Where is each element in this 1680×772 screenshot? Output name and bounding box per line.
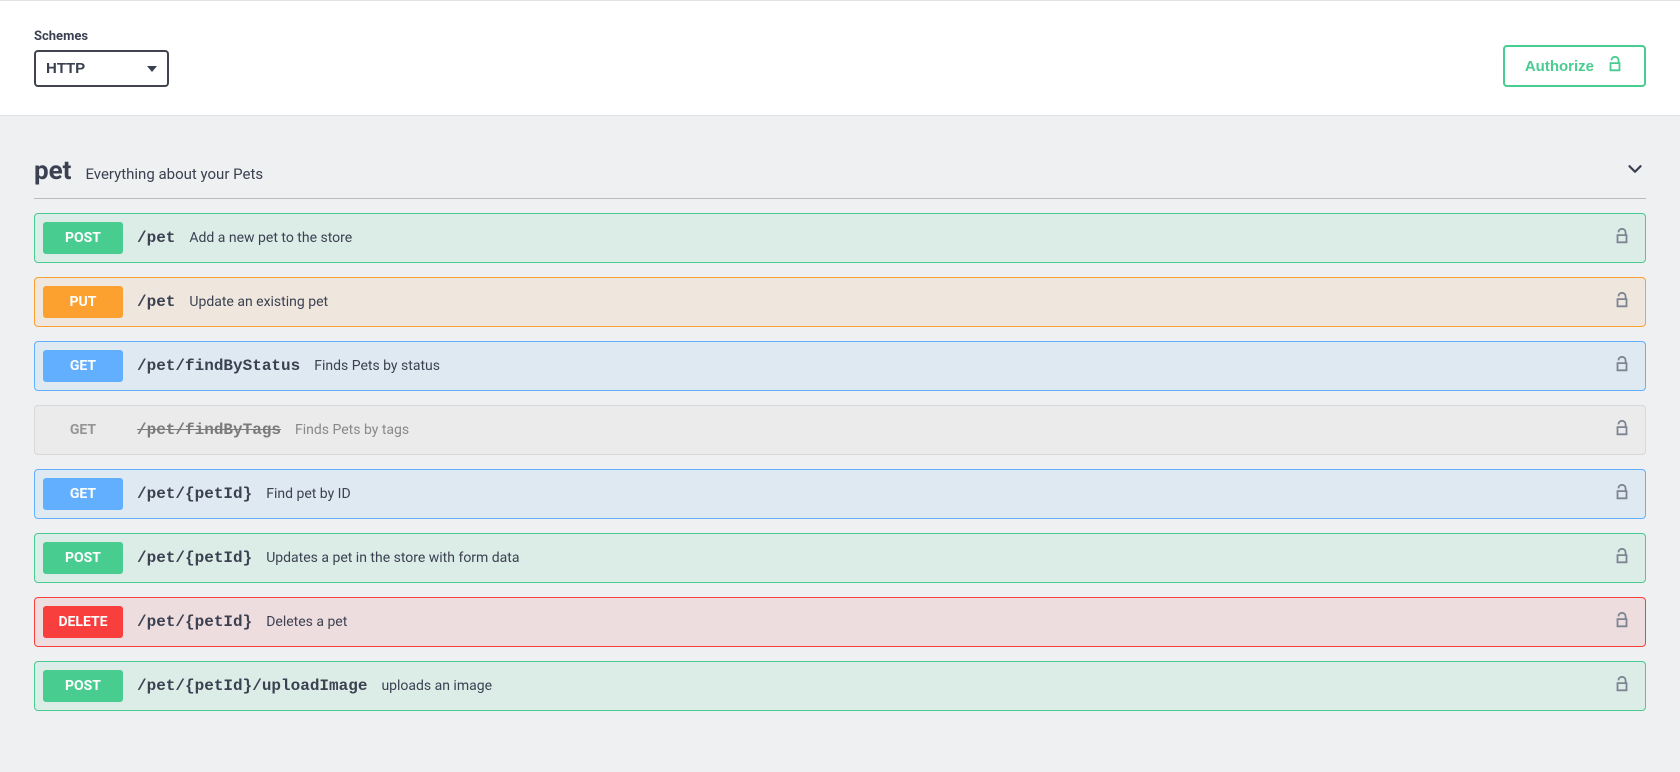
operation-row[interactable]: PUT /pet Update an existing pet [34, 277, 1646, 327]
operation-summary: Finds Pets by tags [295, 422, 409, 438]
lock-icon [1613, 675, 1631, 697]
operation-summary: Finds Pets by status [314, 358, 440, 374]
operation-path: /pet [137, 293, 175, 311]
method-badge: POST [43, 542, 123, 574]
tag-description: Everything about your Pets [85, 165, 263, 183]
operation-summary: Deletes a pet [266, 614, 347, 630]
operation-path: /pet/{petId} [137, 613, 252, 631]
operation-summary: Updates a pet in the store with form dat… [266, 550, 519, 566]
operations-list: POST /pet Add a new pet to the store PUT… [34, 213, 1646, 711]
operation-row[interactable]: POST /pet/{petId}/uploadImage uploads an… [34, 661, 1646, 711]
operation-row[interactable]: GET /pet/findByStatus Finds Pets by stat… [34, 341, 1646, 391]
method-badge: PUT [43, 286, 123, 318]
operation-summary: Update an existing pet [189, 294, 328, 310]
operation-row[interactable]: GET /pet/{petId} Find pet by ID [34, 469, 1646, 519]
operation-path: /pet/{petId}/uploadImage [137, 677, 367, 695]
schemes-wrapper: Schemes HTTP [34, 29, 169, 87]
operation-path: /pet/findByTags [137, 421, 281, 439]
tag-name: pet [34, 156, 71, 186]
lock-icon [1613, 547, 1631, 569]
lock-icon [1613, 355, 1631, 377]
method-badge: GET [43, 350, 123, 382]
operation-summary: Add a new pet to the store [189, 230, 352, 246]
authorize-label: Authorize [1525, 58, 1594, 75]
method-badge: DELETE [43, 606, 123, 638]
method-badge: GET [43, 414, 123, 446]
chevron-down-icon [1624, 158, 1646, 184]
lock-icon [1613, 227, 1631, 249]
operation-row[interactable]: POST /pet/{petId} Updates a pet in the s… [34, 533, 1646, 583]
tag-section: pet Everything about your Pets POST /pet… [34, 156, 1646, 711]
method-badge: POST [43, 670, 123, 702]
method-badge: GET [43, 478, 123, 510]
operation-summary: Find pet by ID [266, 486, 350, 502]
lock-icon [1613, 291, 1631, 313]
operation-path: /pet/{petId} [137, 485, 252, 503]
tag-header[interactable]: pet Everything about your Pets [34, 156, 1646, 199]
lock-open-icon [1606, 55, 1624, 77]
schemes-select-wrapper: HTTP [34, 50, 169, 87]
lock-icon [1613, 419, 1631, 441]
schemes-label: Schemes [34, 29, 169, 44]
main-content: pet Everything about your Pets POST /pet… [0, 116, 1680, 751]
operation-summary: uploads an image [381, 678, 492, 694]
operation-path: /pet/{petId} [137, 549, 252, 567]
tag-header-left: pet Everything about your Pets [34, 156, 263, 186]
operation-path: /pet [137, 229, 175, 247]
authorize-button[interactable]: Authorize [1503, 45, 1646, 87]
method-badge: POST [43, 222, 123, 254]
operation-row[interactable]: DELETE /pet/{petId} Deletes a pet [34, 597, 1646, 647]
schemes-select[interactable]: HTTP [34, 50, 169, 87]
lock-icon [1613, 611, 1631, 633]
operation-row[interactable]: POST /pet Add a new pet to the store [34, 213, 1646, 263]
operation-row[interactable]: GET /pet/findByTags Finds Pets by tags [34, 405, 1646, 455]
operation-path: /pet/findByStatus [137, 357, 300, 375]
lock-icon [1613, 483, 1631, 505]
schemes-bar: Schemes HTTP Authorize [0, 0, 1680, 116]
